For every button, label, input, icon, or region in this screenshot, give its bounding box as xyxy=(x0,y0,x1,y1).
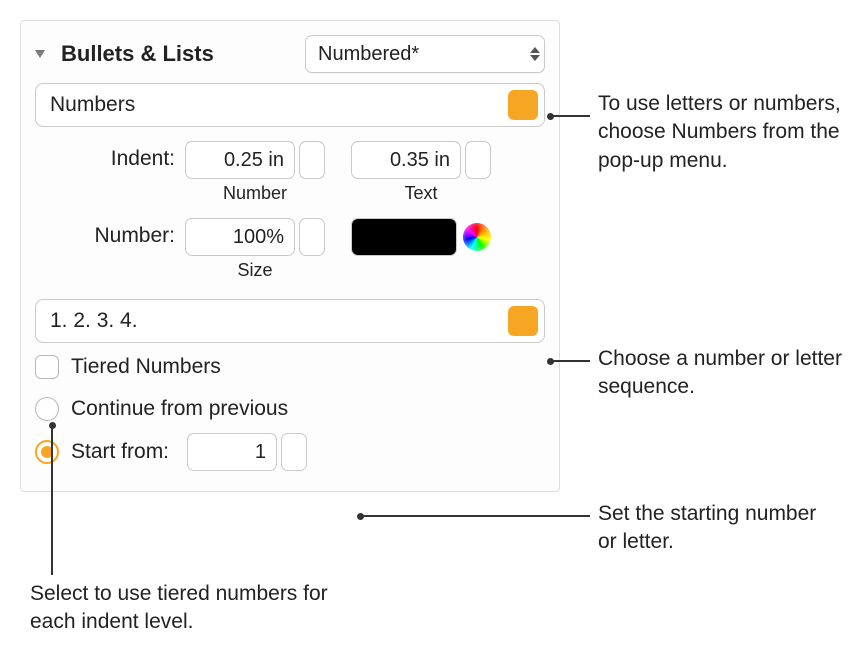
callout-start: Set the starting number or letter. xyxy=(598,500,838,557)
number-size-stepper[interactable] xyxy=(299,218,325,256)
section-title: Bullets & Lists xyxy=(61,41,214,67)
number-color-swatch[interactable] xyxy=(351,218,457,256)
bullet-type-popup[interactable]: Numbers xyxy=(35,83,545,127)
number-label: Number: xyxy=(35,218,185,248)
start-from-stepper[interactable] xyxy=(281,433,307,471)
chevron-updown-icon xyxy=(508,306,538,336)
bullets-lists-panel: Bullets & Lists Numbered* Numbers Indent… xyxy=(20,20,560,492)
callout-sequence: Choose a number or letter sequence. xyxy=(598,345,858,402)
number-sequence-popup[interactable]: 1. 2. 3. 4. xyxy=(35,299,545,343)
leader-line xyxy=(550,115,590,117)
indent-text-stepper[interactable] xyxy=(465,141,491,179)
number-size-sublabel: Size xyxy=(237,260,272,281)
indent-text-sublabel: Text xyxy=(404,183,437,204)
indent-text-input[interactable]: 0.35 in xyxy=(351,141,461,179)
leader-line xyxy=(51,425,53,575)
chevron-updown-icon xyxy=(530,47,540,61)
indent-label: Indent: xyxy=(35,141,185,171)
tiered-numbers-checkbox[interactable] xyxy=(35,355,59,379)
callout-type: To use letters or numbers, choose Number… xyxy=(598,90,848,175)
list-style-popup[interactable]: Numbered* xyxy=(305,35,545,73)
callout-tiered: Select to use tiered numbers for each in… xyxy=(30,580,350,637)
number-sequence-value: 1. 2. 3. 4. xyxy=(50,309,138,333)
start-from-input[interactable]: 1 xyxy=(187,433,277,471)
continue-from-previous-label: Continue from previous xyxy=(71,397,288,421)
chevron-updown-icon xyxy=(508,90,538,120)
continue-from-previous-radio[interactable] xyxy=(35,397,59,421)
start-from-radio[interactable] xyxy=(35,440,59,464)
number-size-input[interactable]: 100% xyxy=(185,218,295,256)
bullet-type-value: Numbers xyxy=(50,93,135,117)
indent-number-sublabel: Number xyxy=(223,183,287,204)
leader-line xyxy=(550,360,590,362)
indent-number-stepper[interactable] xyxy=(299,141,325,179)
indent-number-input[interactable]: 0.25 in xyxy=(185,141,295,179)
leader-line xyxy=(360,515,590,517)
start-from-label: Start from: xyxy=(71,440,169,464)
list-style-value: Numbered* xyxy=(318,43,419,66)
tiered-numbers-label: Tiered Numbers xyxy=(71,355,221,379)
disclosure-triangle-icon[interactable] xyxy=(35,50,45,58)
color-wheel-icon[interactable] xyxy=(463,223,491,251)
